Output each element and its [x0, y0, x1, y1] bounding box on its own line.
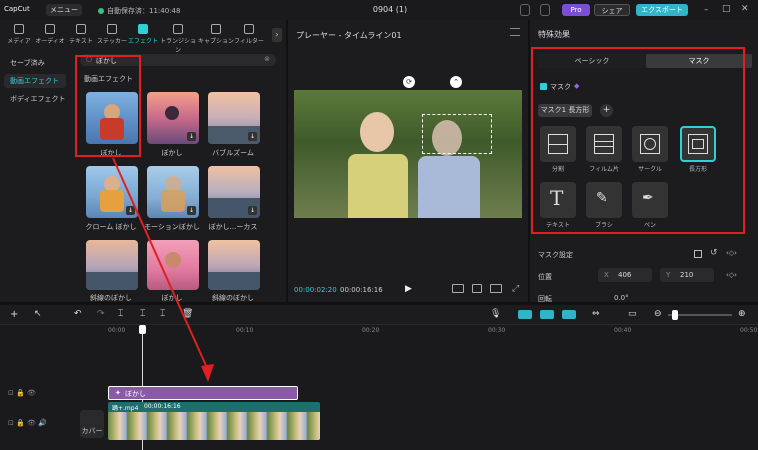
annotation-arrow — [112, 157, 214, 382]
arrow-head — [201, 364, 214, 382]
arrow-line — [112, 157, 209, 371]
